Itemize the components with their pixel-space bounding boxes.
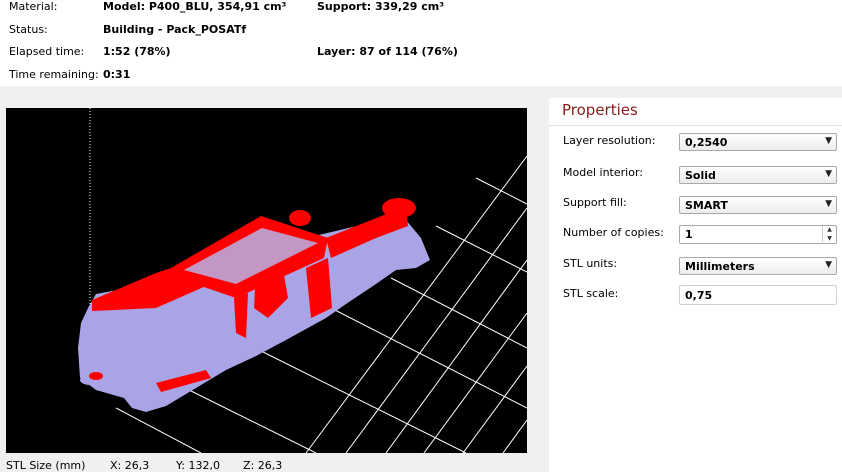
status-value: Building - Pack_POSATf (103, 23, 247, 36)
stl-scale-label: STL scale: (563, 287, 619, 300)
stl-size-bar: STL Size (mm) X: 26,3 Y: 132,0 Z: 26,3 (0, 456, 540, 472)
model-interior-value: Solid (685, 169, 716, 182)
layer-resolution-select[interactable]: 0,2540 ▼ (679, 133, 837, 151)
spin-buttons: ▲ ▼ (822, 226, 836, 242)
caret-down-icon[interactable]: ▼ (823, 235, 836, 243)
stl-size-y: Y: 132,0 (176, 459, 220, 472)
stl-size-x: X: 26,3 (110, 459, 150, 472)
support-fill-label: Support fill: (563, 196, 627, 209)
chevron-down-icon[interactable]: ▼ (825, 169, 832, 179)
chevron-down-icon[interactable]: ▼ (825, 136, 832, 146)
layer-resolution-label: Layer resolution: (563, 134, 656, 147)
build-status-panel: Material: Model: P400_BLU, 354,91 cm³ Su… (0, 0, 842, 86)
material-label: Material: (9, 0, 58, 13)
stl-scale-input[interactable]: 0,75 (679, 285, 837, 305)
model-interior-select[interactable]: Solid ▼ (679, 166, 837, 184)
stl-scale-value: 0,75 (685, 289, 713, 302)
elapsed-time-label: Elapsed time: (9, 45, 85, 58)
stl-units-select[interactable]: Millimeters ▼ (679, 257, 837, 275)
stl-units-value: Millimeters (685, 260, 755, 273)
number-of-copies-stepper[interactable]: 1 ▲ ▼ (679, 225, 837, 244)
support-fill-select[interactable]: SMART ▼ (679, 196, 837, 214)
status-label: Status: (9, 23, 48, 36)
time-remaining-value: 0:31 (103, 68, 131, 81)
model-interior-label: Model interior: (563, 166, 643, 179)
build-preview-viewport[interactable] (6, 108, 527, 453)
caret-up-icon[interactable]: ▲ (823, 226, 836, 234)
number-of-copies-value: 1 (685, 228, 693, 241)
layer-resolution-value: 0,2540 (685, 136, 728, 149)
time-remaining-label: Time remaining: (9, 68, 99, 81)
number-of-copies-label: Number of copies: (563, 226, 664, 239)
properties-panel: Properties Layer resolution: 0,2540 ▼ Mo… (549, 98, 842, 472)
layer-progress-value: Layer: 87 of 114 (76%) (317, 45, 458, 58)
stl-size-label: STL Size (mm) (6, 459, 86, 472)
properties-title: Properties (562, 101, 638, 119)
elapsed-time-value: 1:52 (78%) (103, 45, 171, 58)
chevron-down-icon[interactable]: ▼ (825, 199, 832, 209)
build-preview-canvas (78, 108, 527, 453)
support-material-value: Support: 339,29 cm³ (317, 0, 445, 13)
properties-divider (549, 125, 842, 126)
support-fill-value: SMART (685, 199, 728, 212)
stl-units-label: STL units: (563, 257, 618, 270)
stl-size-z: Z: 26,3 (243, 459, 283, 472)
model-material-value: Model: P400_BLU, 354,91 cm³ (103, 0, 287, 13)
chevron-down-icon[interactable]: ▼ (825, 260, 832, 270)
